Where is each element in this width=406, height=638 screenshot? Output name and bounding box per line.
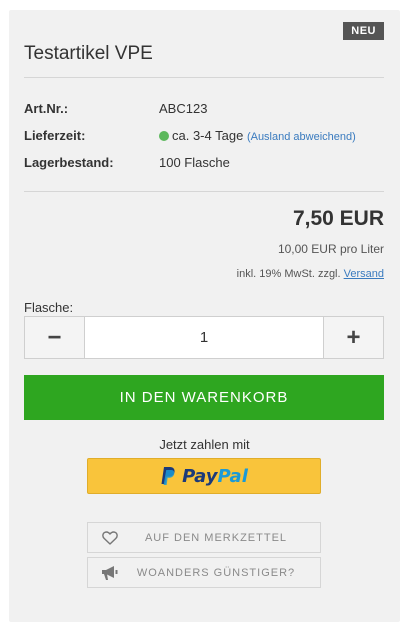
paypal-button[interactable]: Pay Pal [87, 458, 321, 494]
quantity-stepper: − + [24, 316, 384, 359]
detail-value-wrap: ca. 3-4 Tage (Ausland abweichend) [159, 127, 356, 146]
pay-with-label: Jetzt zahlen mit [159, 437, 250, 452]
detail-label: Lagerbestand: [24, 155, 114, 170]
tax-info: inkl. 19% MwSt. zzgl. Versand [237, 268, 384, 280]
paypal-icon [161, 467, 175, 485]
quantity-decrease-button[interactable]: − [25, 317, 85, 358]
heart-icon [88, 530, 132, 545]
add-to-cart-button[interactable]: IN DEN WARENKORB [24, 375, 384, 420]
shipping-link[interactable]: Versand [344, 268, 384, 280]
product-buy-panel: NEU Testartikel VPE Art.Nr.: ABC123 Lief… [9, 10, 400, 622]
detail-label: Art.Nr.: [24, 101, 69, 116]
divider [24, 77, 384, 78]
tax-text: inkl. 19% MwSt. zzgl. [236, 268, 341, 280]
cheaper-label: WOANDERS GÜNSTIGER? [136, 566, 296, 579]
cheaper-elsewhere-button[interactable]: WOANDERS GÜNSTIGER? [87, 557, 321, 588]
detail-value: ABC123 [159, 101, 208, 116]
detail-label: Lieferzeit: [24, 128, 86, 143]
product-price: 7,50 EUR [292, 207, 384, 230]
abroad-deviation-link[interactable]: (Ausland abweichend) [247, 131, 356, 143]
quantity-input[interactable] [85, 317, 323, 358]
new-badge: NEU [343, 22, 384, 40]
detail-row-stock: Lagerbestand: 100 Flasche [24, 154, 384, 172]
quantity-increase-button[interactable]: + [323, 317, 383, 358]
paypal-wordmark-pay: Pay [182, 465, 218, 487]
base-price: 10,00 EUR pro Liter [277, 242, 384, 256]
detail-value: 100 Flasche [159, 155, 230, 170]
add-to-wishlist-button[interactable]: AUF DEN MERKZETTEL [87, 522, 321, 553]
detail-value: ca. 3-4 Tage [172, 128, 244, 143]
wishlist-label: AUF DEN MERKZETTEL [144, 531, 288, 544]
megaphone-icon [88, 565, 132, 581]
divider [24, 191, 384, 192]
product-title: Testartikel VPE [24, 43, 153, 64]
paypal-wordmark-pal: Pal [217, 465, 248, 487]
detail-row-delivery-time: Lieferzeit: ca. 3-4 Tage (Ausland abweic… [24, 127, 384, 145]
detail-row-article-number: Art.Nr.: ABC123 [24, 100, 384, 118]
availability-status-icon [159, 131, 169, 141]
quantity-label: Flasche: [24, 300, 74, 315]
